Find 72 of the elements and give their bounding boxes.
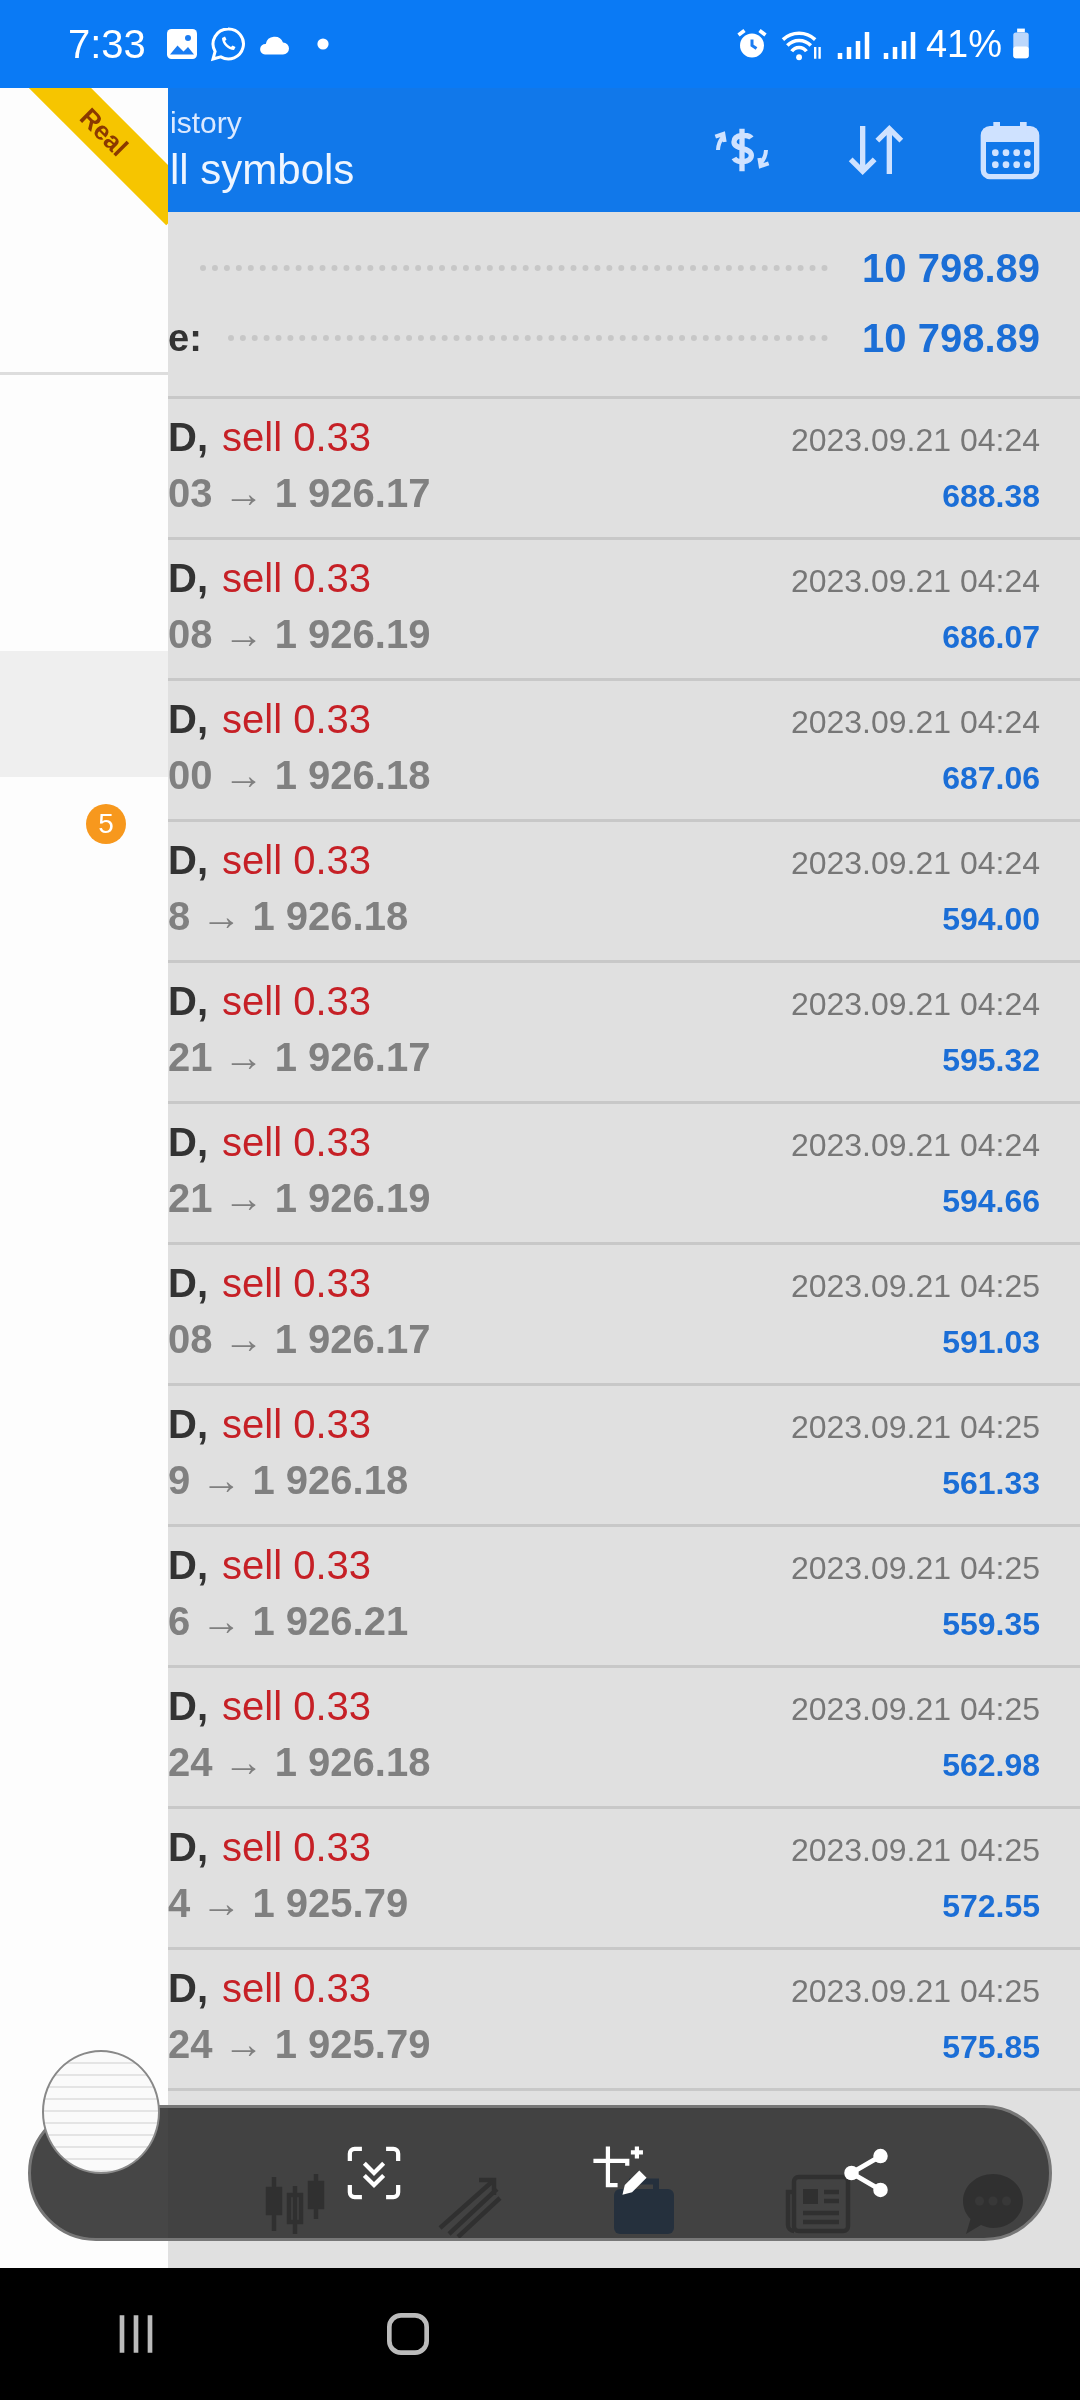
battery-icon bbox=[1012, 27, 1030, 61]
battery-percent-text: 41% bbox=[925, 22, 1002, 66]
deal-time: 2023.09.21 04:24 bbox=[790, 704, 1040, 741]
deal-prices: 4 → 1 925.79 bbox=[168, 1881, 409, 1926]
deal-prices: 08 → 1 926.19 bbox=[168, 612, 431, 657]
deal-prices: 8 → 1 926.18 bbox=[168, 894, 409, 939]
deal-order: sell 0.33 bbox=[222, 697, 371, 742]
deal-order: sell 0.33 bbox=[222, 1543, 371, 1588]
deal-time: 2023.09.21 04:25 bbox=[790, 1832, 1040, 1869]
notification-dot-icon bbox=[315, 37, 330, 51]
deal-symbol: D, bbox=[168, 1402, 208, 1447]
deal-symbol: D, bbox=[168, 979, 208, 1024]
clock-text: 7:33 bbox=[68, 21, 146, 67]
deal-time: 2023.09.21 04:24 bbox=[790, 1127, 1040, 1164]
deal-time: 2023.09.21 04:24 bbox=[790, 845, 1040, 882]
deal-symbol: D, bbox=[168, 1120, 208, 1165]
deal-symbol: D, bbox=[168, 1543, 208, 1588]
deal-order: sell 0.33 bbox=[222, 1402, 371, 1447]
deal-time: 2023.09.21 04:25 bbox=[790, 1268, 1040, 1305]
deal-symbol: D, bbox=[168, 697, 208, 742]
deal-symbol: D, bbox=[168, 556, 208, 601]
deal-prices: 21 → 1 926.17 bbox=[168, 1035, 431, 1080]
deal-profit: 595.32 bbox=[942, 1042, 1040, 1079]
deal-prices: 24 → 1 925.79 bbox=[168, 2022, 431, 2067]
deal-profit: 562.98 bbox=[942, 1747, 1040, 1784]
deal-order: sell 0.33 bbox=[222, 1825, 371, 1870]
deal-order: sell 0.33 bbox=[222, 1966, 371, 2011]
deal-order: sell 0.33 bbox=[222, 838, 371, 883]
deal-time: 2023.09.21 04:25 bbox=[790, 1691, 1040, 1728]
deal-profit: 594.00 bbox=[942, 901, 1040, 938]
deal-profit: 687.06 bbox=[942, 760, 1040, 797]
deal-time: 2023.09.21 04:24 bbox=[790, 563, 1040, 600]
deal-symbol: D, bbox=[168, 1261, 208, 1306]
deal-time: 2023.09.21 04:24 bbox=[790, 422, 1040, 459]
deal-prices: 24 → 1 926.18 bbox=[168, 1740, 431, 1785]
deal-symbol: D, bbox=[168, 838, 208, 883]
deal-symbol: D, bbox=[168, 1825, 208, 1870]
screen-subtitle: istory bbox=[170, 106, 243, 140]
deal-profit: 575.85 bbox=[942, 2029, 1040, 2066]
deal-profit: 561.33 bbox=[942, 1465, 1040, 1502]
deal-order: sell 0.33 bbox=[222, 556, 371, 601]
deal-profit: 686.07 bbox=[942, 619, 1040, 656]
deal-time: 2023.09.21 04:25 bbox=[790, 1973, 1040, 2010]
summary-value: 10 798.89 bbox=[862, 245, 1040, 291]
screen-title: ll symbols bbox=[170, 146, 356, 194]
deal-profit: 591.03 bbox=[942, 1324, 1040, 1361]
deal-prices: 03 → 1 926.17 bbox=[168, 471, 431, 516]
deal-symbol: D, bbox=[168, 1966, 208, 2011]
deal-profit: 572.55 bbox=[942, 1888, 1040, 1925]
deal-prices: 6 → 1 926.21 bbox=[168, 1599, 409, 1644]
deal-symbol: D, bbox=[168, 1684, 208, 1729]
deal-profit: 594.66 bbox=[942, 1183, 1040, 1220]
deal-order: sell 0.33 bbox=[222, 415, 371, 460]
scroll-capture-icon[interactable] bbox=[345, 2144, 403, 2202]
deal-prices: 08 → 1 926.17 bbox=[168, 1317, 431, 1362]
deal-time: 2023.09.21 04:25 bbox=[790, 1550, 1040, 1587]
deal-time: 2023.09.21 04:25 bbox=[790, 1409, 1040, 1446]
deal-order: sell 0.33 bbox=[222, 1261, 371, 1306]
count-badge: 5 bbox=[86, 804, 126, 844]
deal-profit: 688.38 bbox=[942, 478, 1040, 515]
summary-value: 10 798.89 bbox=[862, 315, 1040, 361]
summary-label: e: bbox=[168, 316, 202, 360]
deal-order: sell 0.33 bbox=[222, 1684, 371, 1729]
deal-order: sell 0.33 bbox=[222, 1120, 371, 1165]
deal-symbol: D, bbox=[168, 415, 208, 460]
deal-prices: 21 → 1 926.19 bbox=[168, 1176, 431, 1221]
chat-bubble-icon bbox=[209, 26, 246, 62]
deal-prices: 9 → 1 926.18 bbox=[168, 1458, 409, 1503]
deal-time: 2023.09.21 04:24 bbox=[790, 986, 1040, 1023]
deal-profit: 559.35 bbox=[942, 1606, 1040, 1643]
deal-prices: 00 → 1 926.18 bbox=[168, 753, 431, 798]
deal-order: sell 0.33 bbox=[222, 979, 371, 1024]
